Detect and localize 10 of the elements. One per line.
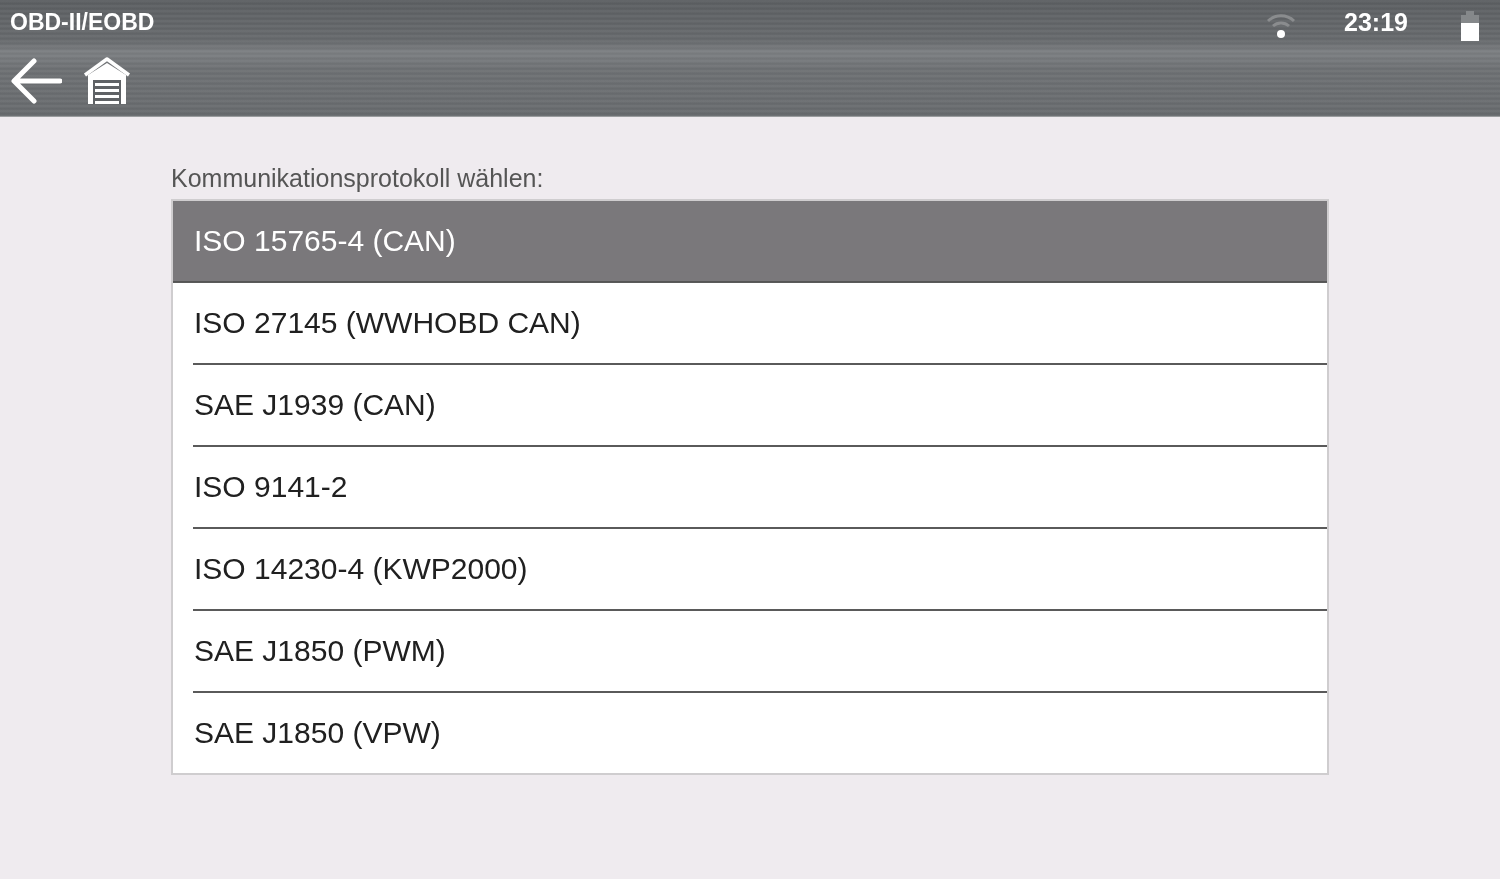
battery-icon: [1460, 10, 1480, 41]
protocol-item[interactable]: ISO 15765-4 (CAN): [173, 201, 1327, 282]
app-title: OBD-II/EOBD: [10, 9, 155, 36]
back-arrow-icon: [10, 56, 62, 105]
back-button[interactable]: [10, 56, 62, 105]
clock-time: 23:19: [1344, 8, 1408, 37]
wifi-icon: [1266, 11, 1297, 38]
prompt-label: Kommunikationsprotokoll wählen:: [171, 165, 544, 194]
garage-home-button[interactable]: [82, 55, 132, 106]
garage-icon: [82, 55, 132, 106]
